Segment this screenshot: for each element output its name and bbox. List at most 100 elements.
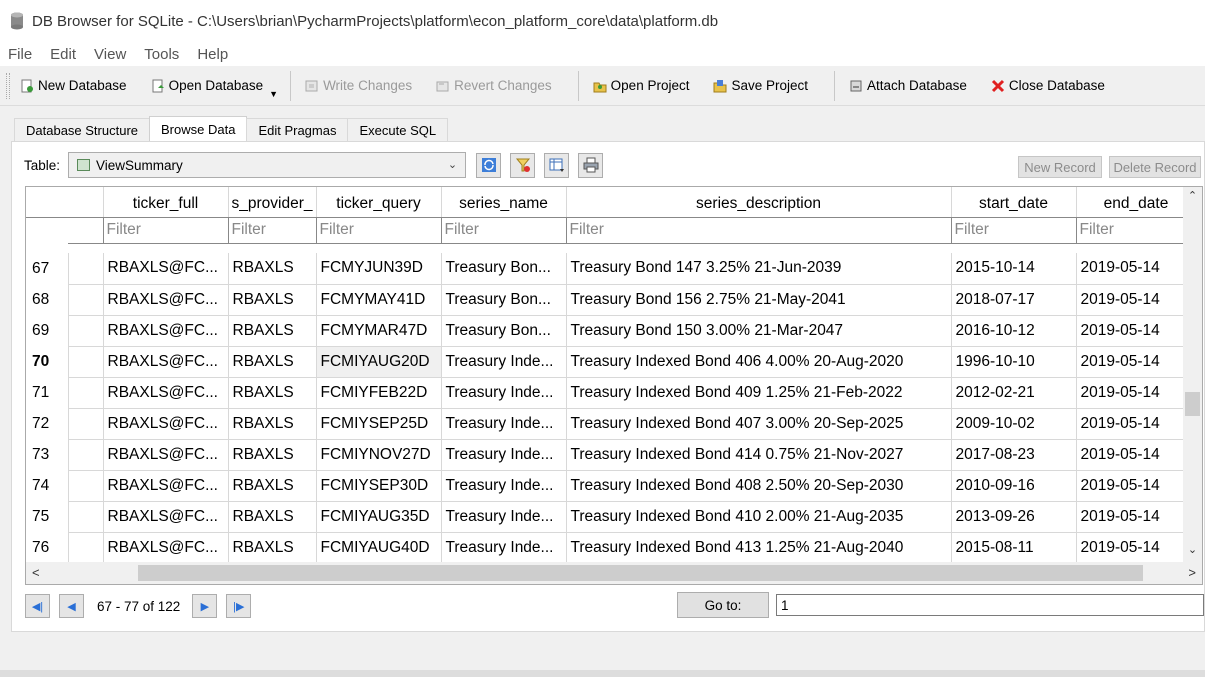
table-row[interactable]: 76 RBAXLS@FC... RBAXLS FCMIYAUG40D Treasury … — [26, 532, 1197, 564]
table-cell[interactable]: RBAXLS — [228, 315, 317, 347]
table-cell[interactable]: 2015-08-11 — [951, 532, 1077, 564]
table-cell[interactable]: 2009-10-02 — [951, 408, 1077, 440]
table-row[interactable]: 67 RBAXLS@FC... RBAXLS FCMYJUN39D Treasury B… — [26, 253, 1197, 285]
table-cell[interactable] — [68, 377, 104, 409]
column-header-end-date[interactable]: end_date — [1076, 187, 1197, 218]
table-cell[interactable] — [68, 470, 104, 502]
tab-browse-data[interactable]: Browse Data — [149, 116, 248, 142]
table-cell[interactable]: 2015-10-14 — [951, 253, 1077, 285]
table-cell[interactable]: 2012-02-21 — [951, 377, 1077, 409]
vertical-scrollbar[interactable]: ⌃ ⌄ — [1183, 187, 1202, 562]
table-cell[interactable]: Treasury Bon... — [441, 315, 567, 347]
table-cell[interactable]: FCMIYSEP25D — [316, 408, 442, 440]
table-cell[interactable]: 2019-05-14 — [1076, 532, 1197, 564]
table-cell[interactable]: Treasury Indexed Bond 408 2.50% 20-Sep-2… — [566, 470, 952, 502]
write-changes-button[interactable]: Write Changes — [299, 72, 418, 100]
table-row[interactable]: 72 RBAXLS@FC... RBAXLS FCMIYSEP25D Treasury … — [26, 408, 1197, 440]
first-page-button[interactable]: ◀​| — [25, 594, 50, 618]
new-record-button[interactable]: New Record — [1018, 156, 1102, 178]
table-cell[interactable]: 2018-07-17 — [951, 284, 1077, 316]
table-cell[interactable]: FCMYMAY41D — [316, 284, 442, 316]
save-project-button[interactable]: Save Project — [707, 72, 814, 100]
filter-input-end-date[interactable]: Filter — [1076, 217, 1197, 244]
filter-cell-hidden[interactable] — [68, 217, 104, 244]
table-cell[interactable]: 1996-10-10 — [951, 346, 1077, 378]
table-row[interactable]: 74 RBAXLS@FC... RBAXLS FCMIYSEP30D Treasury … — [26, 470, 1197, 502]
refresh-button[interactable] — [476, 152, 502, 178]
table-cell[interactable] — [68, 408, 104, 440]
scroll-left-icon[interactable]: < — [32, 565, 40, 580]
previous-page-button[interactable]: ◀ — [59, 594, 84, 618]
column-header-series-name[interactable]: series_name — [441, 187, 567, 218]
table-cell[interactable]: 2019-05-14 — [1076, 470, 1197, 502]
table-cell[interactable]: RBAXLS — [228, 408, 317, 440]
goto-input[interactable]: 1 — [776, 594, 1204, 616]
table-cell[interactable]: RBAXLS@FC... — [103, 532, 229, 564]
table-cell[interactable]: 2019-05-14 — [1076, 315, 1197, 347]
table-row[interactable]: 73 RBAXLS@FC... RBAXLS FCMIYNOV27D Treasury … — [26, 439, 1197, 471]
horizontal-scroll-thumb[interactable] — [138, 565, 1143, 581]
table-cell[interactable]: RBAXLS — [228, 284, 317, 316]
table-cell[interactable]: RBAXLS@FC... — [103, 501, 229, 533]
table-cell[interactable]: Treasury Bond 156 2.75% 21-May-2041 — [566, 284, 952, 316]
row-number[interactable]: 73 — [26, 439, 69, 470]
table-cell[interactable]: FCMYMAR47D — [316, 315, 442, 347]
menu-file[interactable]: File — [8, 46, 32, 63]
table-cell[interactable]: RBAXLS@FC... — [103, 346, 229, 378]
table-cell[interactable]: 2019-05-14 — [1076, 439, 1197, 471]
scroll-up-icon[interactable]: ⌃ — [1183, 189, 1202, 206]
row-number[interactable]: 70 — [26, 346, 69, 377]
save-results-button[interactable] — [544, 152, 570, 178]
table-cell[interactable]: Treasury Inde... — [441, 439, 567, 471]
column-header-ticker-query[interactable]: ticker_query — [316, 187, 442, 218]
clear-filters-button[interactable] — [510, 152, 536, 178]
menu-edit[interactable]: Edit — [50, 46, 76, 63]
table-cell[interactable] — [68, 315, 104, 347]
table-cell[interactable]: 2013-09-26 — [951, 501, 1077, 533]
table-cell[interactable] — [68, 532, 104, 564]
table-cell[interactable]: Treasury Bon... — [441, 284, 567, 316]
column-header-hidden[interactable] — [68, 187, 104, 218]
column-header-start-date[interactable]: start_date — [951, 187, 1077, 218]
filter-input-ticker-query[interactable]: Filter — [316, 217, 442, 244]
scroll-down-icon[interactable]: ⌄ — [1183, 543, 1202, 560]
menu-view[interactable]: View — [94, 46, 126, 63]
table-cell[interactable]: FCMIYAUG35D — [316, 501, 442, 533]
table-cell[interactable]: RBAXLS — [228, 253, 317, 285]
filter-input-ticker-full[interactable]: Filter — [103, 217, 229, 244]
row-number[interactable]: 75 — [26, 501, 69, 532]
open-project-button[interactable]: Open Project — [587, 72, 696, 100]
column-header-series-description[interactable]: series_description — [566, 187, 952, 218]
open-database-dropdown-icon[interactable]: ▼ — [269, 89, 278, 99]
table-cell[interactable]: Treasury Bond 147 3.25% 21-Jun-2039 — [566, 253, 952, 285]
toolbar-handle[interactable] — [6, 72, 10, 99]
table-cell[interactable]: Treasury Indexed Bond 413 1.25% 21-Aug-2… — [566, 532, 952, 564]
table-cell[interactable]: RBAXLS — [228, 377, 317, 409]
table-row[interactable]: 75 RBAXLS@FC... RBAXLS FCMIYAUG35D Treasury … — [26, 501, 1197, 533]
table-cell[interactable]: Treasury Indexed Bond 407 3.00% 20-Sep-2… — [566, 408, 952, 440]
table-row[interactable]: 71 RBAXLS@FC... RBAXLS FCMIYFEB22D Treasury … — [26, 377, 1197, 409]
table-cell[interactable]: Treasury Indexed Bond 414 0.75% 21-Nov-2… — [566, 439, 952, 471]
new-database-button[interactable]: New Database — [14, 72, 133, 100]
attach-database-button[interactable]: Attach Database — [843, 72, 973, 100]
table-cell[interactable] — [68, 501, 104, 533]
row-number[interactable]: 72 — [26, 408, 69, 439]
row-number[interactable]: 76 — [26, 532, 69, 563]
table-cell[interactable]: 2016-10-12 — [951, 315, 1077, 347]
table-cell[interactable]: Treasury Bond 150 3.00% 21-Mar-2047 — [566, 315, 952, 347]
menu-tools[interactable]: Tools — [144, 46, 179, 63]
table-cell[interactable]: RBAXLS — [228, 346, 317, 378]
table-cell[interactable]: RBAXLS@FC... — [103, 315, 229, 347]
filter-input-series-name[interactable]: Filter — [441, 217, 567, 244]
table-cell[interactable]: Treasury Bon... — [441, 253, 567, 285]
table-cell[interactable]: 2019-05-14 — [1076, 408, 1197, 440]
table-cell[interactable]: RBAXLS — [228, 470, 317, 502]
table-cell[interactable]: RBAXLS@FC... — [103, 470, 229, 502]
table-cell[interactable]: RBAXLS@FC... — [103, 253, 229, 285]
goto-button[interactable]: Go to: — [677, 592, 769, 618]
table-cell[interactable]: 2019-05-14 — [1076, 377, 1197, 409]
column-header-ticker-full[interactable]: ticker_full — [103, 187, 229, 218]
table-cell[interactable]: RBAXLS@FC... — [103, 408, 229, 440]
tab-execute-sql[interactable]: Execute SQL — [347, 118, 449, 142]
last-page-button[interactable]: |▶ — [226, 594, 252, 618]
